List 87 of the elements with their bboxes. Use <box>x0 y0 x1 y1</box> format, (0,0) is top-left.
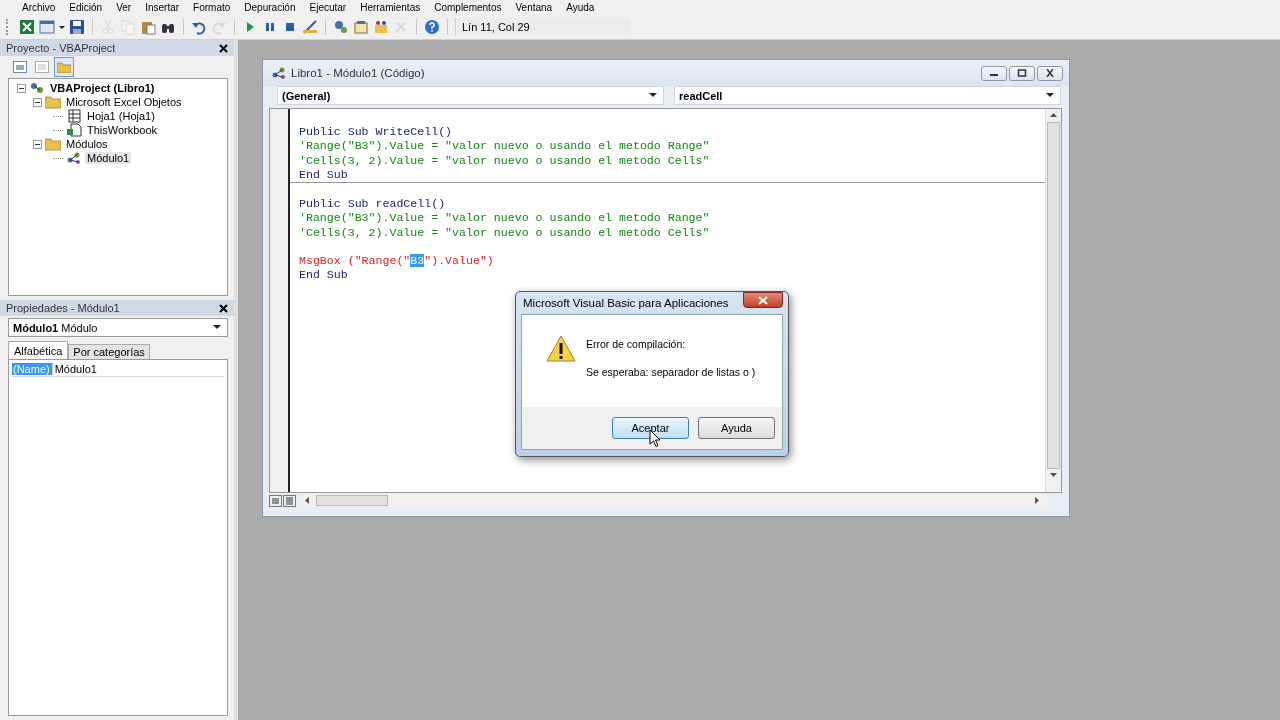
browser-icon[interactable] <box>373 19 389 35</box>
tree-item[interactable]: Microsoft Excel Objetos <box>64 96 184 108</box>
workbook-icon <box>66 123 82 137</box>
window-title: Libro1 - Módulo1 (Código) <box>291 67 425 79</box>
dropdown-arrow-icon <box>1046 93 1054 98</box>
tree-item[interactable]: ThisWorkbook <box>85 124 160 136</box>
close-icon <box>219 43 228 53</box>
horizontal-scrollbar[interactable] <box>301 494 1048 507</box>
menu-item[interactable]: Formato <box>193 1 231 14</box>
menu-item[interactable]: Ventana <box>515 1 553 14</box>
module-icon <box>271 66 287 80</box>
paste-icon[interactable] <box>140 19 156 35</box>
restore-icon <box>1017 69 1027 77</box>
excel-icon[interactable] <box>19 19 35 35</box>
menu-item[interactable]: Insertar <box>145 1 180 14</box>
folder-icon <box>45 95 61 109</box>
form-icon[interactable] <box>39 19 55 35</box>
code-line: End Sub <box>299 167 348 181</box>
tab[interactable]: Por categorías <box>68 344 150 359</box>
menu-item[interactable]: Ayuda <box>566 1 595 14</box>
code-line: Public Sub WriteCell() <box>299 125 453 139</box>
dialog-title: Microsoft Visual Basic para Aplicaciones <box>523 297 729 309</box>
save-icon[interactable] <box>69 19 85 35</box>
menu-item[interactable]: Edición <box>69 1 103 14</box>
code-line: 'Cells(3, 2).Value = "valor nuevo o usando el metodo Cells" <box>299 153 710 167</box>
dropdown-arrow-icon <box>649 93 657 98</box>
design-icon[interactable] <box>302 19 318 35</box>
folder-icon <box>45 137 61 151</box>
menu-item[interactable]: Depuración <box>244 1 296 14</box>
close-icon <box>219 303 228 313</box>
collapse-icon[interactable] <box>33 97 42 107</box>
scroll-up-icon[interactable] <box>1050 113 1057 118</box>
dropdown-arrow-icon <box>213 325 221 330</box>
tree-item[interactable]: VBAProject (Libro1) <box>48 82 157 94</box>
tab[interactable]: Alfabética <box>8 341 69 359</box>
menu-item[interactable]: Archivo <box>22 1 56 14</box>
scroll-right-icon[interactable] <box>1035 497 1040 504</box>
warning-icon <box>546 335 576 362</box>
cursor-position: Lín 11, Col 29 <box>455 18 630 36</box>
object-dropdown[interactable]: Módulo1 Módulo <box>8 318 228 337</box>
code-line: MsgBox ("Range("B3").Value") <box>299 253 494 267</box>
folder-icon <box>57 61 71 73</box>
error-heading: Error de compilación: <box>586 338 687 350</box>
window-icon <box>35 61 49 73</box>
scroll-thumb[interactable] <box>316 495 388 506</box>
code-line: 'Cells(3, 2).Value = "valor nuevo o usando el metodo Cells" <box>299 225 710 239</box>
module-icon <box>66 151 82 165</box>
vertical-scrollbar[interactable] <box>1045 109 1061 492</box>
close-icon <box>1045 69 1055 77</box>
properties-icon[interactable] <box>353 19 369 35</box>
property-value[interactable]: Módulo1 <box>51 363 97 375</box>
code-line: 'Range("B3").Value = "valor nuevo o usando el metodo Range" <box>299 139 710 153</box>
collapse-icon[interactable] <box>33 139 42 149</box>
tree-item[interactable]: Hoja1 (Hoja1) <box>85 110 157 122</box>
tree-item[interactable]: Módulo1 <box>85 152 132 164</box>
menu-item[interactable]: Complementos <box>434 1 502 14</box>
close-button[interactable] <box>217 301 230 315</box>
view-mode-icon[interactable] <box>269 494 297 507</box>
project-icon <box>29 81 45 95</box>
window-icon <box>13 61 27 73</box>
code-line: End Sub <box>299 268 348 282</box>
close-button[interactable] <box>743 292 783 308</box>
menu-item[interactable]: Ver <box>116 1 132 14</box>
project-icon[interactable] <box>333 19 349 35</box>
scroll-thumb[interactable] <box>1047 122 1060 469</box>
help-button[interactable]: Ayuda <box>698 417 775 439</box>
tree-item[interactable]: Módulos <box>64 138 110 150</box>
procedure-dropdown[interactable]: readCell <box>674 86 1061 105</box>
error-message: Se esperaba: separador de listas o ) <box>586 366 756 378</box>
menu-item[interactable]: Herramientas <box>360 1 421 14</box>
restore-button[interactable] <box>1009 65 1035 81</box>
ok-button[interactable]: Aceptar <box>612 417 689 439</box>
panel-title: Propiedades - Módulo1 <box>6 302 120 314</box>
close-button[interactable] <box>217 41 230 55</box>
code-line: 'Range("B3").Value = "valor nuevo o usando el metodo Range" <box>299 211 710 225</box>
sheet-icon <box>66 109 82 123</box>
help-icon[interactable] <box>424 19 440 35</box>
scroll-left-icon[interactable] <box>305 497 310 504</box>
panel-title: Proyecto - VBAProject <box>6 42 116 54</box>
minimize-button[interactable] <box>981 65 1007 81</box>
collapse-icon[interactable] <box>17 83 26 93</box>
menu-item[interactable]: Ejecutar <box>309 1 347 14</box>
scroll-down-icon[interactable] <box>1050 473 1057 478</box>
close-icon <box>758 295 768 305</box>
close-button[interactable] <box>1037 65 1063 81</box>
code-line: Public Sub readCell() <box>299 197 446 211</box>
object-dropdown[interactable]: (General) <box>277 86 664 105</box>
